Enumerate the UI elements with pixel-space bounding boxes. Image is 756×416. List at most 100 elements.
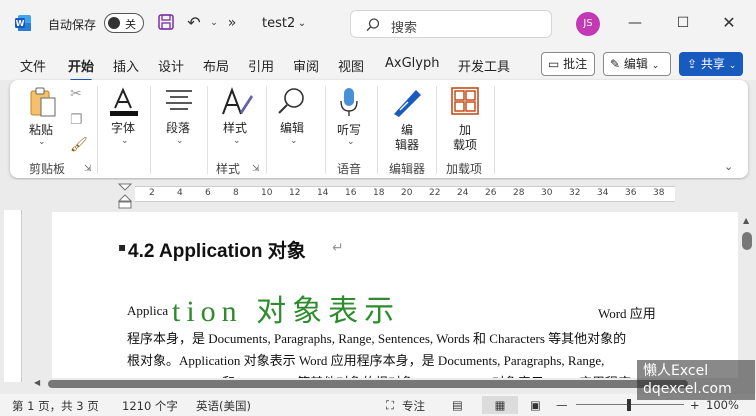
web-layout-icon[interactable]: ▣: [530, 398, 541, 412]
language[interactable]: 英语(美国): [196, 398, 251, 414]
tab-home[interactable]: 开始: [68, 56, 94, 82]
tab-design[interactable]: 设计: [158, 56, 184, 75]
read-mode-icon[interactable]: ▤: [452, 398, 463, 412]
group-voice: 语音: [337, 162, 362, 176]
green-text-run: tion 对象表示: [172, 295, 401, 328]
ruler-tick: 30: [541, 188, 553, 198]
heading-bullet: ▪: [118, 240, 127, 254]
group-styles: 样式: [216, 162, 241, 176]
paste-icon[interactable]: [28, 86, 58, 118]
horizontal-ruler[interactable]: 2 4 6 8 10 12 14 16 18 20 22 24 26 28 30 32 34 36 38: [135, 186, 675, 202]
editor-label-line2: 辑器: [395, 138, 420, 152]
collapse-ribbon-chevron-icon[interactable]: ⌄: [724, 160, 733, 173]
tab-axglyph[interactable]: AxGlyph: [385, 56, 439, 71]
zoom-slider-thumb[interactable]: [627, 399, 631, 411]
dictate-chevron-icon[interactable]: ⌄: [347, 137, 355, 147]
undo-icon[interactable]: ↶: [184, 13, 204, 33]
indent-marker-icon[interactable]: [117, 183, 133, 209]
styles-chevron-icon[interactable]: ⌄: [233, 136, 241, 146]
document-page[interactable]: ▪ 4.2 Application 对象 ↵ Applica tion 对象表示…: [52, 212, 738, 384]
styles-icon[interactable]: [220, 86, 254, 118]
ruler-tick: 20: [401, 188, 413, 198]
zoom-out-icon[interactable]: —: [556, 398, 568, 412]
share-button[interactable]: ⇪ 共享 ⌄: [679, 52, 743, 76]
editing-mode-button[interactable]: ✎ 编辑 ⌄: [603, 52, 671, 76]
paragraph-icon[interactable]: [164, 88, 194, 114]
page-count[interactable]: 第 1 页，共 3 页: [12, 398, 99, 414]
scroll-left-icon[interactable]: ◀: [34, 378, 40, 387]
more-commands-icon[interactable]: »: [222, 13, 242, 33]
print-layout-icon[interactable]: ▦: [482, 396, 518, 414]
focus-label[interactable]: 专注: [402, 398, 425, 414]
ruler-tick: 6: [205, 188, 211, 198]
watermark-line1: 懒人Excel: [643, 363, 709, 379]
doc-name-chevron-icon[interactable]: ⌄: [292, 14, 312, 34]
group-clipboard: 剪贴板: [29, 162, 66, 176]
find-icon[interactable]: [276, 86, 308, 116]
close-icon[interactable]: ✕: [718, 12, 740, 34]
group-editor: 编辑器: [389, 162, 426, 176]
zoom-level[interactable]: 100%: [706, 398, 739, 412]
ruler-tick: 32: [569, 188, 581, 198]
edit-chevron-icon[interactable]: ⌄: [290, 136, 298, 146]
styles-launcher-icon[interactable]: ⇲: [252, 164, 260, 174]
chevron-down-icon: ⌄: [728, 61, 737, 71]
ruler-tick: 12: [289, 188, 301, 198]
tab-file[interactable]: 文件: [20, 56, 46, 75]
paragraph-chevron-icon[interactable]: ⌄: [176, 136, 184, 146]
search-box[interactable]: 搜索: [350, 10, 552, 38]
font-icon[interactable]: [108, 86, 140, 118]
ruler-tick: 28: [513, 188, 525, 198]
ruler-tick: 18: [373, 188, 385, 198]
share-label: 共享: [700, 57, 725, 71]
paragraph-line-3: 根对象。Application 对象表示 Word 应用程序本身，是 Docum…: [127, 353, 605, 368]
search-placeholder: 搜索: [391, 21, 418, 36]
tab-insert[interactable]: 插入: [113, 56, 139, 75]
cut-icon[interactable]: ✂: [70, 86, 82, 102]
clipboard-launcher-icon[interactable]: ⇲: [84, 164, 92, 174]
ruler-tick: 2: [149, 188, 155, 198]
vertical-scrollbar[interactable]: ▲: [740, 212, 754, 382]
copy-icon[interactable]: ❐: [70, 112, 83, 128]
scroll-up-icon[interactable]: ▲: [743, 216, 749, 225]
zoom-in-icon[interactable]: +: [690, 398, 700, 412]
addins-icon[interactable]: [450, 86, 480, 116]
paste-chevron-icon[interactable]: ⌄: [38, 137, 46, 147]
word-logo-icon: W: [15, 15, 31, 31]
ruler-tick: 24: [457, 188, 469, 198]
ruler-tick: 4: [177, 188, 183, 198]
addins-label-line2: 载项: [453, 138, 478, 152]
undo-dropdown-chevron-icon[interactable]: ⌄: [204, 13, 224, 33]
microphone-icon[interactable]: [338, 86, 360, 118]
focus-icon[interactable]: ⛶: [386, 398, 394, 413]
ribbon-tabs: 文件 开始 插入 设计 布局 引用 审阅 视图 AxGlyph 开发工具 ▭ 批…: [0, 46, 756, 82]
word-count[interactable]: 1210 个字: [122, 398, 178, 414]
ruler-tick: 8: [233, 188, 239, 198]
autosave-toggle[interactable]: 关: [104, 13, 144, 33]
autosave-label: 自动保存: [48, 18, 97, 32]
tab-layout[interactable]: 布局: [203, 56, 229, 75]
font-chevron-icon[interactable]: ⌄: [121, 136, 129, 146]
maximize-icon[interactable]: ☐: [672, 12, 694, 34]
tab-developer[interactable]: 开发工具: [458, 56, 510, 75]
editor-icon[interactable]: [390, 86, 424, 118]
autosave-state: 关: [125, 18, 136, 31]
vertical-scroll-thumb[interactable]: [742, 232, 752, 250]
avatar[interactable]: JS: [576, 12, 600, 36]
group-addins: 加载项: [446, 162, 483, 176]
styles-label: 样式: [223, 121, 248, 135]
horizontal-scrollbar[interactable]: ◀: [30, 378, 740, 390]
horizontal-scroll-thumb[interactable]: [48, 380, 688, 388]
save-icon[interactable]: [156, 13, 176, 33]
tab-view[interactable]: 视图: [338, 56, 364, 75]
tab-references[interactable]: 引用: [248, 56, 274, 75]
minimize-icon[interactable]: —: [624, 12, 646, 34]
format-painter-icon[interactable]: 🖌: [70, 137, 88, 153]
divider: [150, 86, 151, 174]
document-heading: 4.2 Application 对象: [128, 241, 306, 262]
editing-label: 编辑: [623, 57, 648, 71]
document-name[interactable]: test2: [262, 16, 295, 31]
paragraph-line-2: 程序本身，是 Documents, Paragraphs, Range, Sen…: [127, 331, 627, 346]
tab-review[interactable]: 审阅: [293, 56, 319, 75]
comments-button[interactable]: ▭ 批注: [541, 52, 595, 76]
